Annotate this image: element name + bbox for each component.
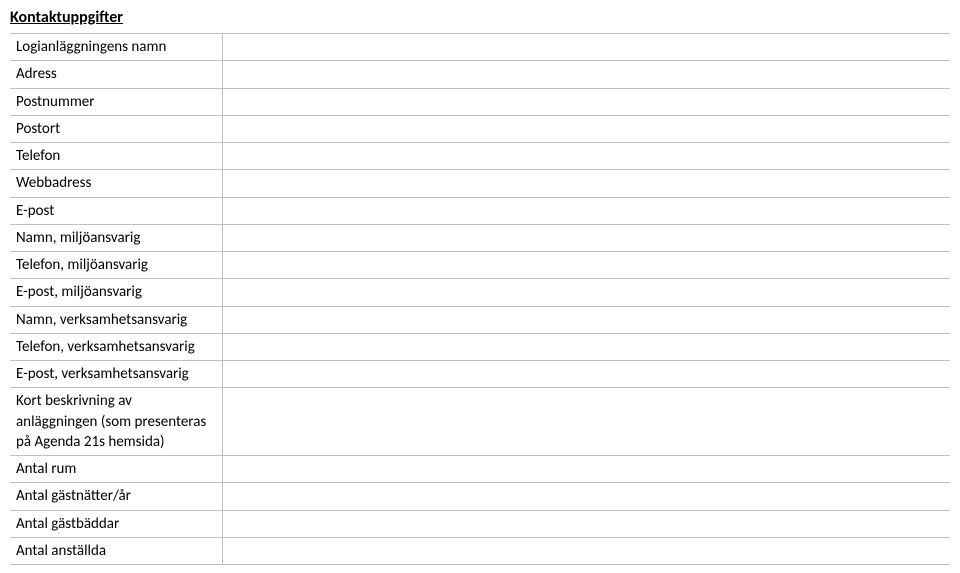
field-value[interactable] [222,537,950,564]
field-value[interactable] [222,510,950,537]
table-row: Postort [10,115,950,142]
field-value[interactable] [222,61,950,88]
contact-table: Logianläggningens namnAdressPostnummerPo… [10,33,950,565]
field-value[interactable] [222,456,950,483]
table-row: Logianläggningens namn [10,34,950,61]
field-value[interactable] [222,88,950,115]
field-value[interactable] [222,483,950,510]
field-value[interactable] [222,115,950,142]
table-row: Antal anställda [10,537,950,564]
field-value[interactable] [222,306,950,333]
table-row: Telefon [10,143,950,170]
field-label: Postort [10,115,222,142]
table-row: Antal rum [10,456,950,483]
field-label: Telefon, miljöansvarig [10,252,222,279]
field-label: E-post, verksamhetsansvarig [10,361,222,388]
field-value[interactable] [222,34,950,61]
table-row: E-post, miljöansvarig [10,279,950,306]
field-value[interactable] [222,143,950,170]
table-row: Adress [10,61,950,88]
field-value[interactable] [222,224,950,251]
field-label: Telefon [10,143,222,170]
field-label: Antal anställda [10,537,222,564]
field-label: Adress [10,61,222,88]
table-row: Namn, verksamhetsansvarig [10,306,950,333]
field-label: E-post, miljöansvarig [10,279,222,306]
field-value[interactable] [222,388,950,456]
table-row: Telefon, miljöansvarig [10,252,950,279]
table-row: Antal gästbäddar [10,510,950,537]
field-label: Antal gästbäddar [10,510,222,537]
field-label: Namn, miljöansvarig [10,224,222,251]
table-row: Telefon, verksamhetsansvarig [10,333,950,360]
field-label: Webbadress [10,170,222,197]
field-label: Logianläggningens namn [10,34,222,61]
field-label: Antal rum [10,456,222,483]
field-value[interactable] [222,197,950,224]
table-row: Kort beskrivning av anläggningen (som pr… [10,388,950,456]
field-value[interactable] [222,333,950,360]
field-value[interactable] [222,279,950,306]
field-value[interactable] [222,361,950,388]
field-value[interactable] [222,170,950,197]
field-value[interactable] [222,252,950,279]
field-label: Telefon, verksamhetsansvarig [10,333,222,360]
table-row: Antal gästnätter/år [10,483,950,510]
section-heading: Kontaktuppgifter [10,8,950,27]
table-row: Namn, miljöansvarig [10,224,950,251]
field-label: Namn, verksamhetsansvarig [10,306,222,333]
field-label: Postnummer [10,88,222,115]
field-label: Kort beskrivning av anläggningen (som pr… [10,388,222,456]
table-row: Webbadress [10,170,950,197]
table-row: E-post, verksamhetsansvarig [10,361,950,388]
field-label: Antal gästnätter/år [10,483,222,510]
table-row: Postnummer [10,88,950,115]
field-label: E-post [10,197,222,224]
table-row: E-post [10,197,950,224]
